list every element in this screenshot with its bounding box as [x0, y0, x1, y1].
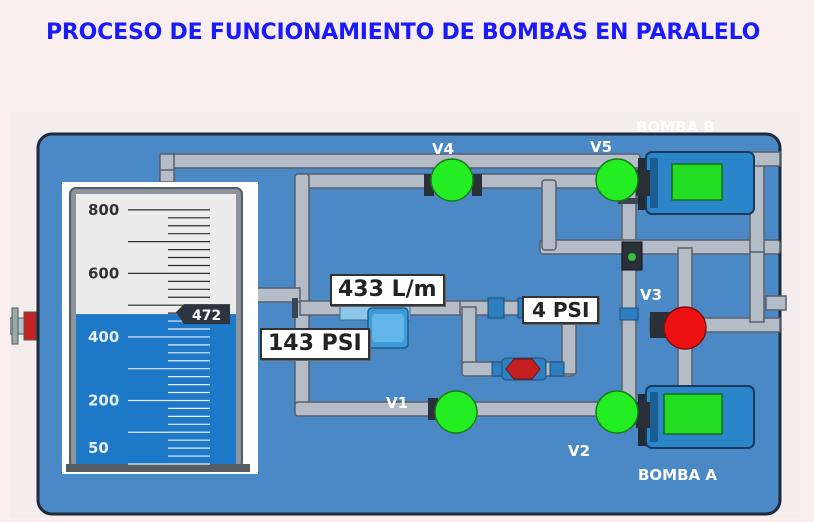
valve-v4-label: V4 — [432, 140, 454, 158]
pressure-out-readout: 4 PSI — [522, 296, 600, 324]
tank-scale-label: 50 — [88, 439, 109, 457]
tank-scale-label: 200 — [88, 391, 119, 409]
valve-v3-label: V3 — [640, 286, 662, 304]
process-diagram: BOMBA B BOMBA A V4 V5 V3 V1 V2 800 600 4… — [9, 112, 800, 518]
pressure-in-readout: 143 PSI — [260, 328, 370, 360]
check-valve-icon — [501, 357, 547, 381]
tank-scale-label: 800 — [88, 201, 119, 219]
bomba-b-label: BOMBA B — [636, 118, 715, 136]
tank-scale-label: 600 — [88, 264, 119, 282]
inlet-flange — [23, 311, 37, 341]
page-title: PROCESO DE FUNCIONAMIENTO DE BOMBAS EN P… — [46, 20, 761, 45]
tank-level-value: 472 — [192, 308, 221, 324]
bomba-b-status — [671, 163, 723, 201]
bomba-a-label: BOMBA A — [638, 466, 717, 484]
tank: 800 600 400 200 50 472 — [62, 182, 258, 474]
flow-readout: 433 L/m — [330, 274, 445, 306]
valve-v2-label: V2 — [568, 442, 590, 460]
valve-v1-label: V1 — [386, 394, 408, 412]
bomba-b-pump[interactable] — [638, 151, 755, 215]
tank-scale-label: 400 — [88, 328, 119, 346]
tank-level-pointer: 472 — [176, 304, 230, 325]
bomba-a-pump[interactable] — [638, 385, 755, 449]
bomba-a-status — [663, 393, 723, 435]
valve-v5-label: V5 — [590, 138, 612, 156]
